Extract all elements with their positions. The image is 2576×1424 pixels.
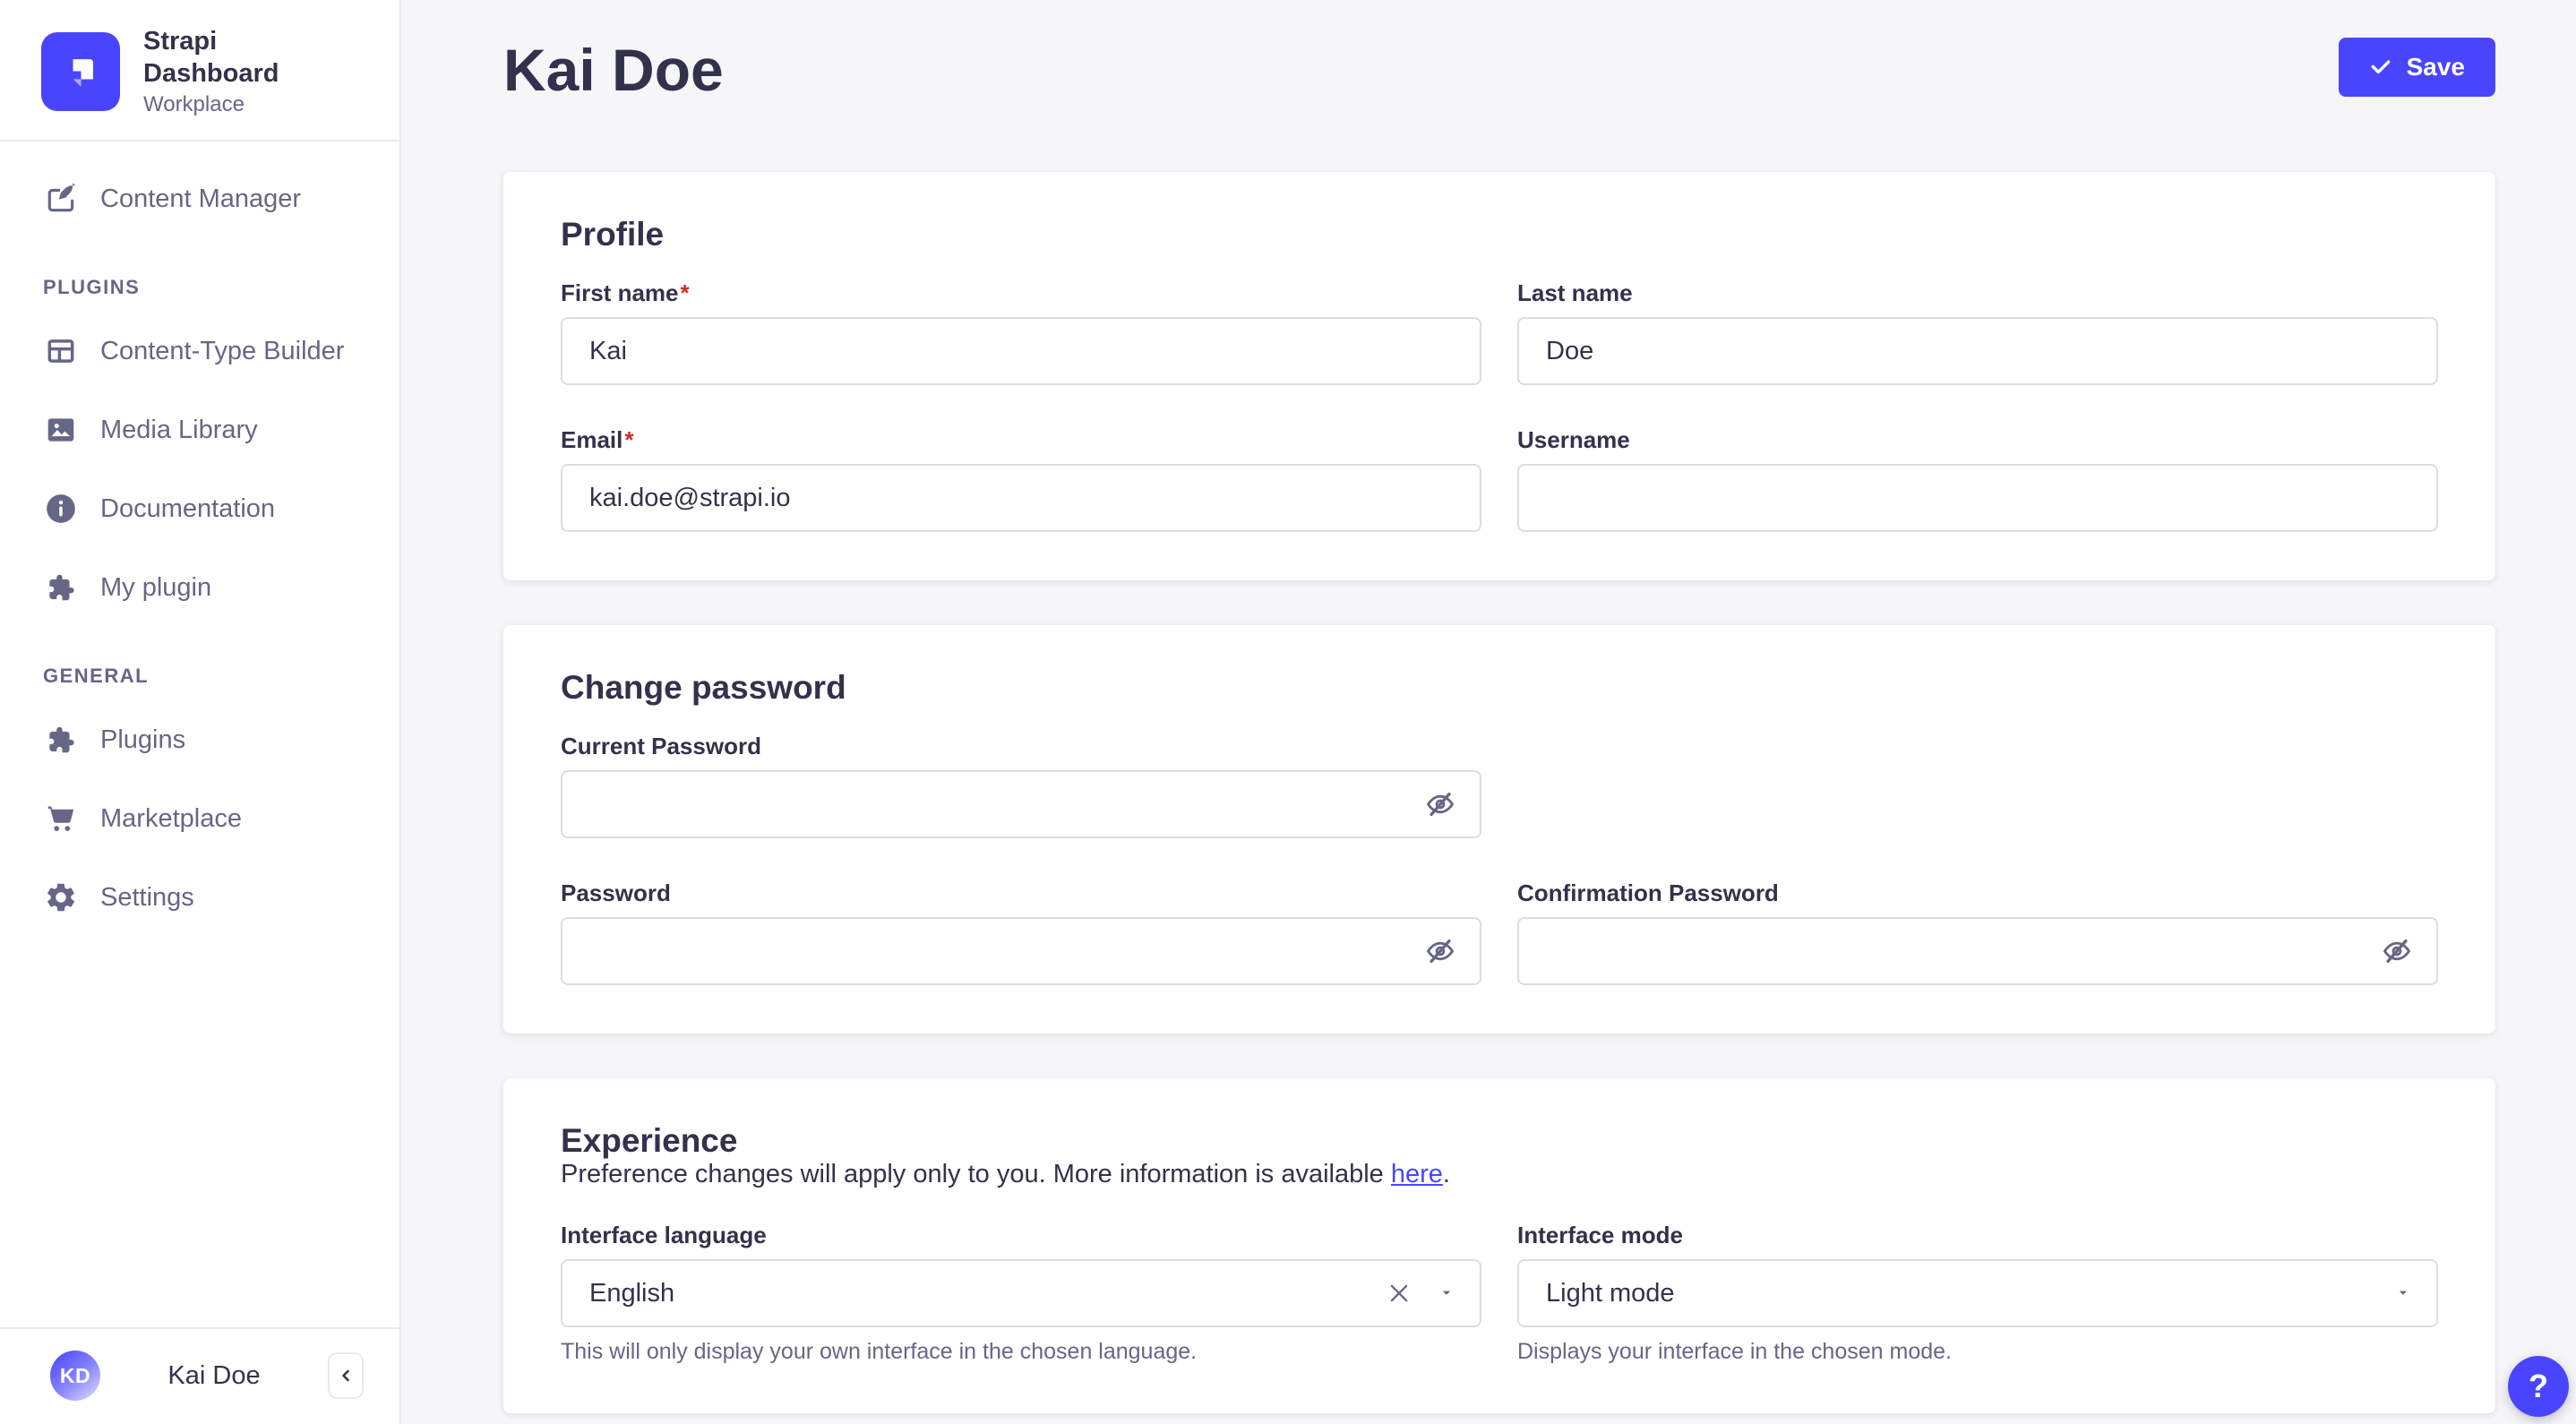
sidebar-item-content-manager[interactable]: Content Manager [0,159,399,238]
puzzle-icon [43,570,79,605]
confirmation-password-label: Confirmation Password [1517,879,1779,906]
email-label: Email* [561,426,634,453]
help-button[interactable]: ? [2508,1356,2569,1417]
sidebar-item-content-type-builder[interactable]: Content-Type Builder [0,312,399,390]
first-name-input[interactable] [561,317,1481,385]
sidebar-item-label: My plugin [100,572,212,602]
page-header: Kai Doe Save [503,38,2495,102]
question-mark-icon: ? [2529,1368,2548,1404]
eye-off-icon [2382,936,2412,966]
user-name: Kai Doe [167,1360,261,1390]
sidebar-user-area: KD Kai Doe [0,1327,399,1424]
interface-mode-select[interactable]: Light mode [1517,1259,2438,1327]
workspace-name: Workplace [143,92,245,116]
username-input[interactable] [1517,464,2438,532]
confirmation-password-field: Confirmation Password [1517,879,2438,985]
plugins-section-header: PLUGINS [43,276,141,298]
password-label: Password [561,879,671,906]
required-asterisk: * [624,426,634,453]
sidebar-item-label: Documentation [100,493,276,523]
sidebar-item-label: Media Library [100,415,258,444]
general-section-header: GENERAL [43,665,150,687]
last-name-input[interactable] [1517,317,2438,385]
email-input[interactable] [561,464,1481,532]
toggle-password-visibility-button[interactable] [1421,785,1460,824]
layout-icon [43,333,79,369]
sidebar-item-marketplace[interactable]: Marketplace [0,779,399,858]
interface-language-value: English [589,1278,675,1308]
more-info-link[interactable]: here [1391,1160,1443,1188]
experience-card: Experience Preference changes will apply… [503,1078,2495,1413]
confirmation-password-input[interactable] [1517,917,2438,985]
email-field: Email* [561,426,1481,532]
image-icon [43,412,79,448]
page-title: Kai Doe [503,37,724,103]
interface-mode-value: Light mode [1546,1278,1675,1308]
cart-icon [43,801,79,836]
pen-icon [43,181,79,217]
app-title: Strapi Dashboard [143,27,279,88]
save-button-label: Save [2406,53,2465,81]
interface-language-field: Interface language English This will onl… [561,1222,1481,1365]
interface-mode-helper: Displays your interface in the chosen mo… [1517,1339,1952,1364]
first-name-field: First name* [561,279,1481,385]
change-password-title: Change password [561,669,846,706]
last-name-label: Last name [1517,279,1633,306]
sidebar-item-label: Plugins [100,725,186,754]
interface-language-helper: This will only display your own interfac… [561,1339,1198,1364]
sidebar-nav: Content Manager PLUGINS Content-Type Bui… [0,142,399,1327]
interface-mode-field: Interface mode Light mode Displays your … [1517,1222,2438,1365]
sidebar-item-plugins[interactable]: Plugins [0,700,399,779]
eye-off-icon [1425,789,1455,819]
toggle-password-visibility-button[interactable] [2377,931,2417,971]
sidebar-item-media-library[interactable]: Media Library [0,390,399,469]
sidebar-item-label: Marketplace [100,803,242,833]
sidebar-item-my-plugin[interactable]: My plugin [0,548,399,627]
interface-language-select[interactable]: English [561,1259,1481,1327]
sidebar-item-label: Content Manager [100,184,302,213]
current-password-field: Current Password [561,733,1481,838]
strapi-logo-icon [41,32,120,111]
profile-card: Profile First name* Last name Email* Use… [503,172,2495,580]
interface-language-label: Interface language [561,1222,767,1248]
sidebar-item-documentation[interactable]: Documentation [0,469,399,548]
current-password-label: Current Password [561,733,761,759]
interface-mode-label: Interface mode [1517,1222,1683,1248]
sidebar-item-settings[interactable]: Settings [0,858,399,937]
sidebar-collapse-button[interactable] [328,1352,364,1399]
chevron-left-icon [337,1367,355,1385]
current-password-input[interactable] [561,770,1481,838]
toggle-password-visibility-button[interactable] [1421,931,1460,971]
main-content: Kai Doe Save Profile First name* Last na… [401,0,2576,1424]
eye-off-icon [1425,936,1455,966]
gear-icon [43,879,79,915]
password-input[interactable] [561,917,1481,985]
avatar: KD [50,1351,100,1401]
last-name-field: Last name [1517,279,2438,385]
puzzle-icon [43,722,79,758]
username-field: Username [1517,426,2438,532]
sidebar-item-label: Settings [100,882,194,912]
new-password-field: Password [561,879,1481,985]
save-button[interactable]: Save [2338,38,2495,97]
required-asterisk: * [680,279,690,306]
chevron-down-icon[interactable] [1438,1285,1455,1301]
sidebar-item-label: Content-Type Builder [100,336,345,365]
experience-card-title: Experience [561,1122,738,1159]
sidebar: Strapi Dashboard Workplace Content Manag… [0,0,401,1424]
clear-icon[interactable] [1387,1281,1412,1306]
info-icon [43,491,79,527]
change-password-card: Change password Current Password Passwor… [503,625,2495,1034]
chevron-down-icon[interactable] [2395,1285,2411,1301]
experience-description: Preference changes will apply only to yo… [561,1160,1450,1188]
profile-card-title: Profile [561,216,665,253]
first-name-label: First name* [561,279,690,306]
username-label: Username [1517,426,1630,453]
workspace-header[interactable]: Strapi Dashboard Workplace [0,0,399,142]
check-icon [2369,56,2392,79]
